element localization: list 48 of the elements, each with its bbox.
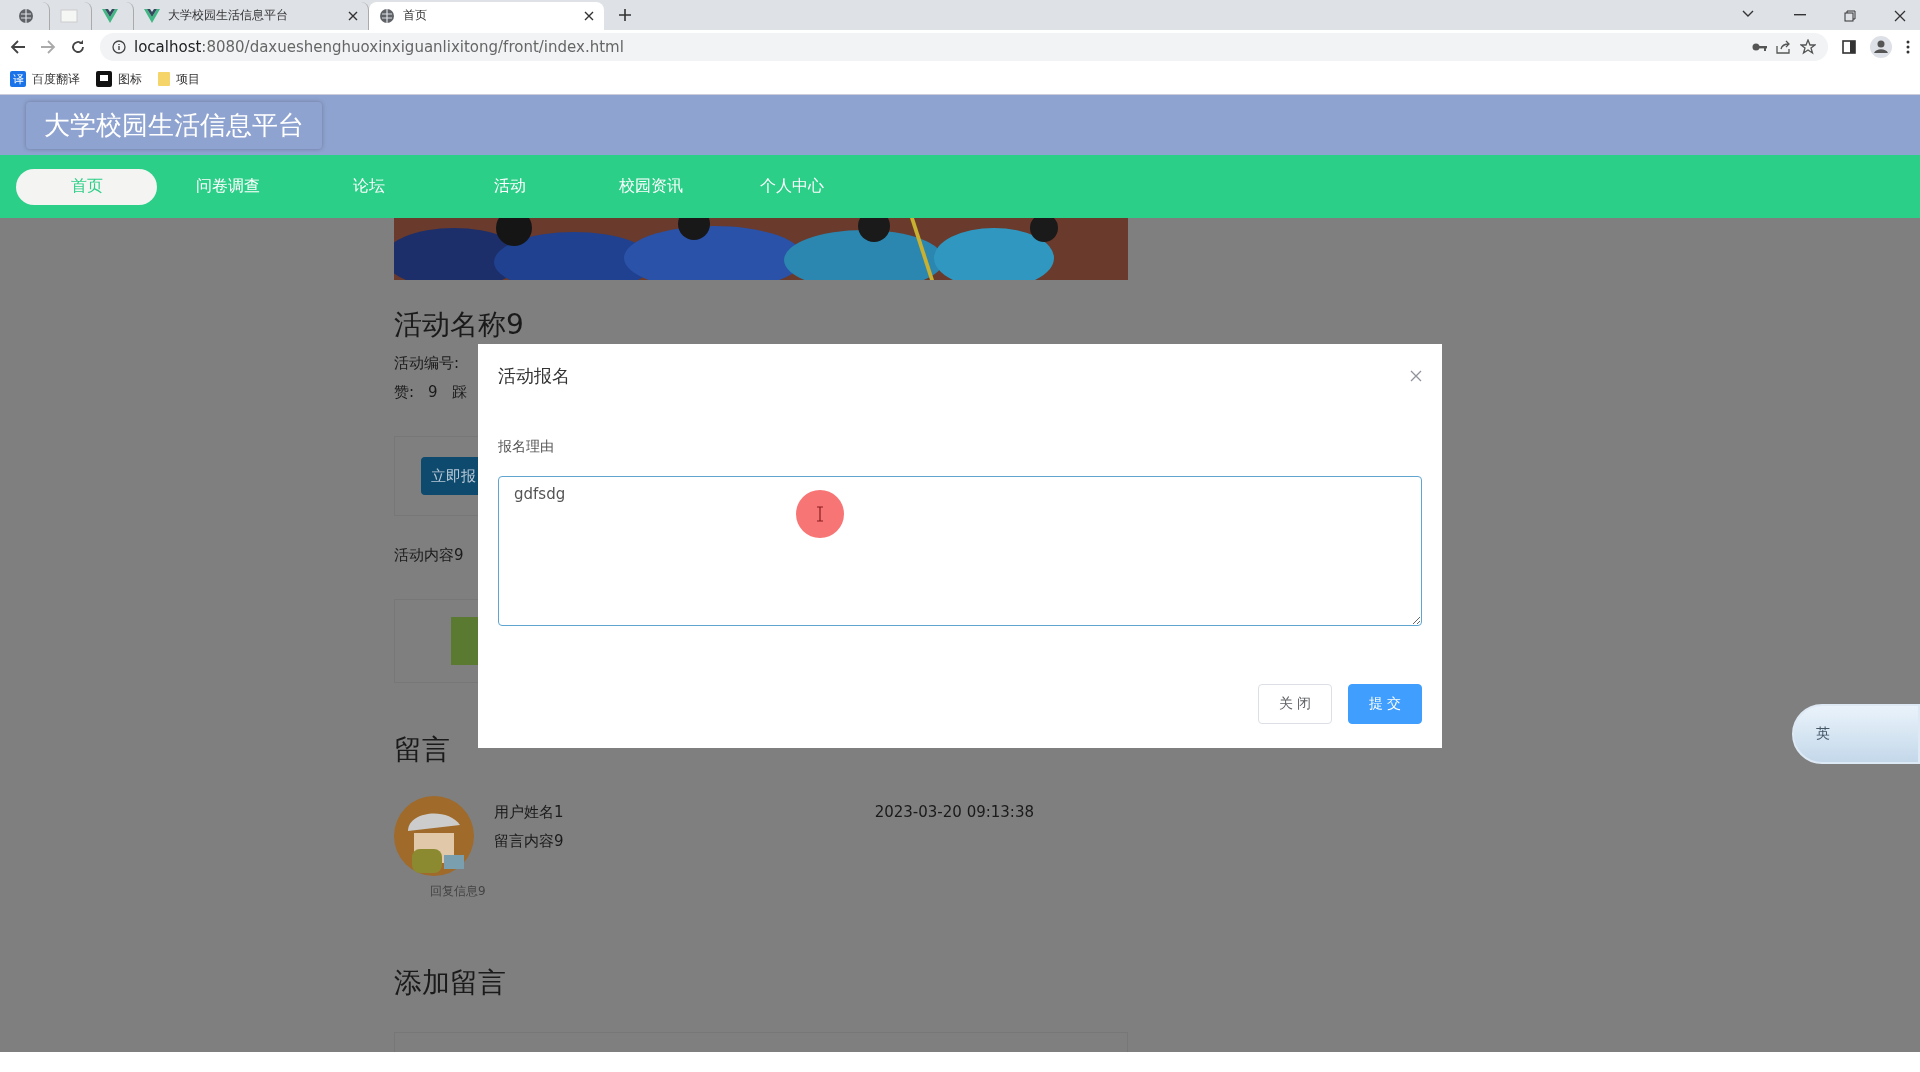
- activity-title: 活动名称9: [394, 307, 524, 344]
- info-icon: [112, 39, 126, 54]
- bookmark[interactable]: 译 百度翻译: [10, 70, 80, 88]
- cancel-button[interactable]: 关 闭: [1258, 684, 1332, 725]
- globe-icon: [18, 7, 34, 24]
- likes-count: 9: [428, 383, 438, 403]
- comment-content: 留言内容9: [494, 832, 565, 852]
- comments-title: 留言: [394, 732, 450, 769]
- restore-icon[interactable]: [1844, 9, 1856, 22]
- close-icon[interactable]: [1894, 9, 1906, 22]
- comment-time: 2023-03-20 09:13:38: [874, 803, 1034, 823]
- close-button[interactable]: [1410, 370, 1422, 383]
- folder-icon: [158, 72, 170, 87]
- vue-logo-icon: [102, 8, 118, 23]
- key-icon[interactable]: [1752, 41, 1768, 52]
- vue-logo-icon: [144, 8, 160, 23]
- profile-icon[interactable]: [1870, 35, 1892, 58]
- reload-icon[interactable]: [70, 38, 86, 55]
- comment-user: 用户姓名1: [494, 803, 564, 823]
- menu-icon[interactable]: [1906, 39, 1910, 54]
- globe-icon: [379, 7, 395, 24]
- flag-icon: [96, 71, 112, 88]
- close-icon[interactable]: [348, 10, 358, 21]
- text-cursor-icon: [816, 506, 824, 523]
- translate-icon: 译: [10, 71, 26, 88]
- back-icon[interactable]: [10, 38, 26, 55]
- activity-content: 活动内容9: [394, 546, 464, 566]
- side-panel-icon[interactable]: [1842, 39, 1856, 54]
- minimize-icon[interactable]: [1794, 13, 1806, 16]
- bookmark[interactable]: 项目: [158, 70, 200, 88]
- new-tab-icon[interactable]: [618, 7, 632, 22]
- activity-number-label: 活动编号:: [394, 354, 460, 374]
- bookmark[interactable]: 图标: [96, 70, 142, 88]
- tab-search-icon[interactable]: [1742, 9, 1754, 18]
- reason-input-field[interactable]: gdfsdg: [498, 476, 1422, 627]
- close-icon[interactable]: [584, 10, 594, 21]
- address-bar[interactable]: localhost:8080/daxueshenghuoxinxiguanlixitong/front/index.html: [100, 32, 1828, 61]
- dislikes-label: 踩: [451, 383, 467, 403]
- add-comment-title: 添加留言: [394, 965, 506, 1002]
- share-icon[interactable]: [1776, 39, 1792, 54]
- star-icon[interactable]: [1800, 38, 1816, 55]
- site-title: 大学校园生活信息平台: [26, 101, 322, 149]
- page-icon: [60, 8, 78, 23]
- field-label: 报名理由: [498, 438, 554, 457]
- ime-widget[interactable]: 英: [1792, 704, 1920, 765]
- dialog-title: 活动报名: [498, 364, 570, 389]
- browser-tab[interactable]: 首页: [369, 1, 604, 30]
- likes-label: 赞:: [394, 383, 415, 403]
